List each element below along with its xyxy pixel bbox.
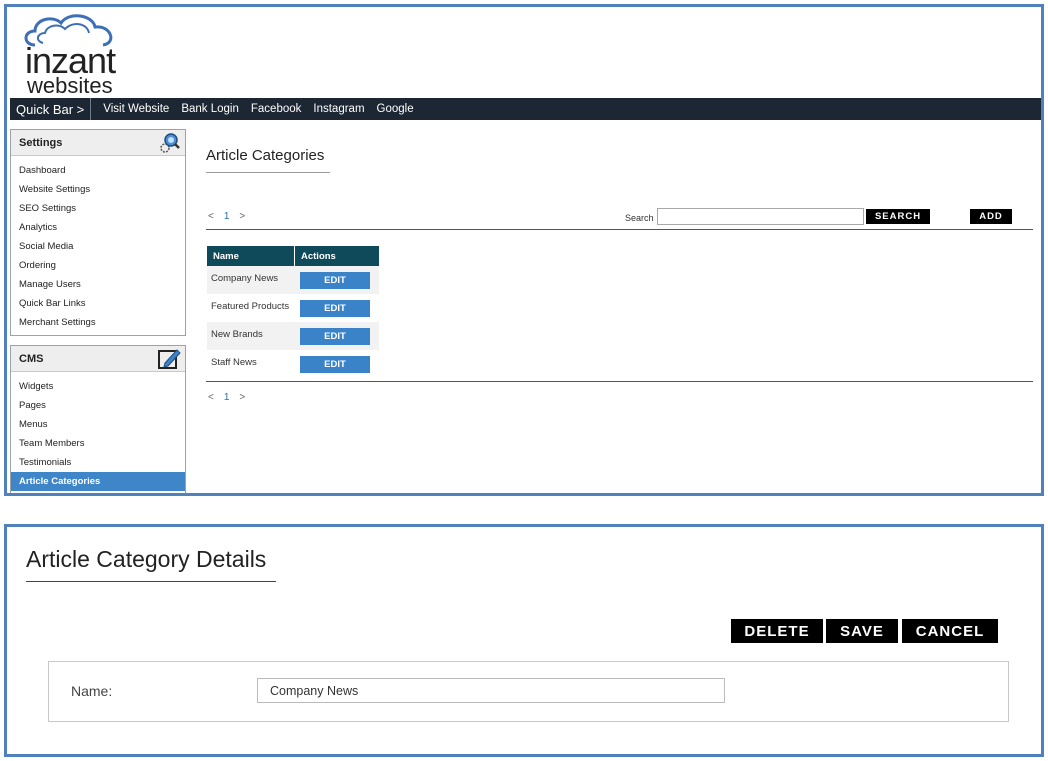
- admin-screen-panel: inzant websites Quick Bar > Visit Websit…: [4, 4, 1044, 496]
- name-field[interactable]: [257, 678, 725, 703]
- quick-link-bank-login[interactable]: Bank Login: [181, 103, 239, 115]
- save-button[interactable]: SAVE: [826, 619, 898, 643]
- categories-table: Name Actions Company News EDIT Featured …: [207, 246, 379, 378]
- sidebar-item-testimonials[interactable]: Testimonials: [11, 453, 185, 472]
- pagination-bottom: < 1 >: [208, 392, 245, 403]
- sidebar-item-menus[interactable]: Menus: [11, 415, 185, 434]
- next-page-icon[interactable]: >: [239, 211, 245, 222]
- divider-bottom: [206, 381, 1033, 382]
- details-form: Name:: [48, 661, 1009, 722]
- logo-tagline: websites: [27, 73, 113, 98]
- sidebar-item-website-settings[interactable]: Website Settings: [11, 180, 185, 199]
- quick-link-facebook[interactable]: Facebook: [251, 103, 302, 115]
- search-label: Search: [625, 213, 654, 223]
- row-name: Company News: [211, 272, 279, 284]
- prev-page-icon[interactable]: <: [208, 392, 214, 403]
- sidebar-item-ordering[interactable]: Ordering: [11, 256, 185, 275]
- details-panel: Article Category Details DELETE SAVE CAN…: [4, 524, 1044, 757]
- quick-bar-title: Quick Bar >: [10, 98, 92, 120]
- search-button[interactable]: SEARCH: [866, 209, 930, 224]
- cms-title: CMS: [19, 352, 44, 365]
- settings-section: Settings Dashboard Website Settings SEO …: [10, 129, 186, 336]
- sidebar-item-manage-users[interactable]: Manage Users: [11, 275, 185, 294]
- sidebar-item-pages[interactable]: Pages: [11, 396, 185, 415]
- pagination-top: < 1 >: [208, 211, 245, 222]
- sidebar-item-quick-bar-links[interactable]: Quick Bar Links: [11, 294, 185, 313]
- sidebar-item-dashboard[interactable]: Dashboard: [11, 161, 185, 180]
- sidebar-item-widgets[interactable]: Widgets: [11, 377, 185, 396]
- row-name: Staff News: [211, 356, 257, 368]
- table-row: New Brands EDIT: [207, 322, 379, 350]
- title-underline: [206, 172, 330, 173]
- quick-link-visit-website[interactable]: Visit Website: [103, 103, 169, 115]
- sidebar-item-merchant-settings[interactable]: Merchant Settings: [11, 313, 185, 332]
- table-body: Company News EDIT Featured Products EDIT…: [207, 266, 379, 378]
- table-header: Name Actions: [207, 246, 379, 266]
- edit-button[interactable]: EDIT: [300, 271, 370, 289]
- quick-link-instagram[interactable]: Instagram: [313, 103, 364, 115]
- cms-menu: Widgets Pages Menus Team Members Testimo…: [11, 372, 185, 493]
- details-title: Article Category Details: [26, 546, 267, 572]
- cms-section: CMS Widgets Pages Menus Team Members Tes…: [10, 345, 186, 493]
- edit-button[interactable]: EDIT: [300, 327, 370, 345]
- gear-search-icon: [157, 131, 181, 158]
- main-content: Article Categories < 1 > Search SEARCH A…: [206, 129, 1036, 489]
- row-name: Featured Products: [211, 300, 290, 312]
- column-header-actions: Actions: [301, 250, 336, 262]
- sidebar-item-seo-settings[interactable]: SEO Settings: [11, 199, 185, 218]
- delete-button[interactable]: DELETE: [731, 619, 823, 643]
- table-row: Featured Products EDIT: [207, 294, 379, 322]
- page-title: Article Categories: [206, 147, 325, 164]
- sidebar: Settings Dashboard Website Settings SEO …: [10, 129, 186, 493]
- search-input[interactable]: [657, 208, 864, 225]
- add-button[interactable]: ADD: [970, 209, 1012, 224]
- cms-header: CMS: [11, 346, 185, 372]
- table-row: Company News EDIT: [207, 266, 379, 294]
- divider-top: [206, 229, 1033, 230]
- table-row: Staff News EDIT: [207, 350, 379, 378]
- page-number[interactable]: 1: [224, 211, 230, 222]
- row-name: New Brands: [211, 328, 263, 340]
- prev-page-icon[interactable]: <: [208, 211, 214, 222]
- edit-button[interactable]: EDIT: [300, 355, 370, 373]
- sidebar-item-analytics[interactable]: Analytics: [11, 218, 185, 237]
- details-title-underline: [26, 581, 276, 582]
- settings-title: Settings: [19, 136, 63, 149]
- page-number[interactable]: 1: [224, 392, 230, 403]
- sidebar-item-article-categories[interactable]: Article Categories: [11, 472, 185, 491]
- edit-button[interactable]: EDIT: [300, 299, 370, 317]
- cancel-button[interactable]: CANCEL: [902, 619, 998, 643]
- column-header-name: Name: [207, 246, 295, 266]
- sidebar-item-social-media[interactable]: Social Media: [11, 237, 185, 256]
- settings-header: Settings: [11, 130, 185, 156]
- settings-menu: Dashboard Website Settings SEO Settings …: [11, 156, 185, 335]
- name-label: Name:: [71, 683, 113, 699]
- next-page-icon[interactable]: >: [239, 392, 245, 403]
- inzant-logo[interactable]: inzant websites: [21, 13, 131, 99]
- sidebar-item-team-members[interactable]: Team Members: [11, 434, 185, 453]
- quick-link-google[interactable]: Google: [377, 103, 414, 115]
- quick-bar: Quick Bar > Visit Website Bank Login Fac…: [10, 98, 1041, 120]
- edit-pencil-icon: [157, 347, 181, 374]
